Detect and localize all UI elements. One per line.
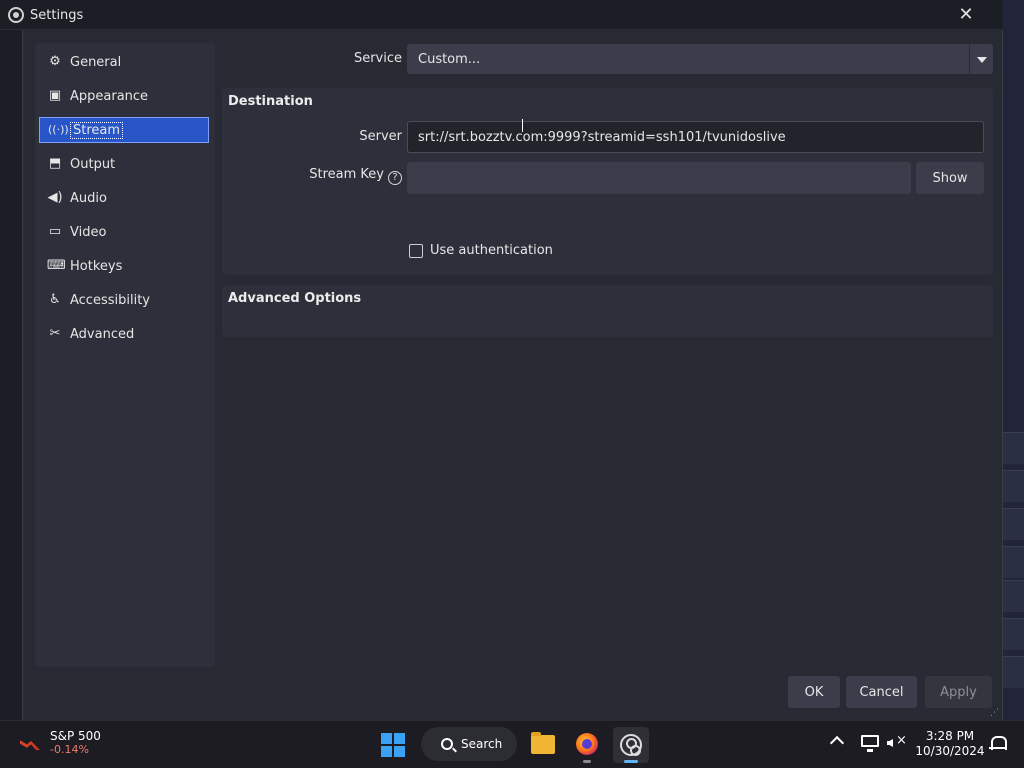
stream-key-input[interactable] [407,162,911,194]
obs-icon [620,734,642,756]
window-title: Settings [30,8,84,23]
use-authentication-checkbox[interactable] [409,244,423,258]
sidebar-item-label: Video [70,224,107,240]
background-dropdown [1003,432,1024,464]
server-value: srt://srt.bozztv.com:9999?streamid=ssh10… [418,129,786,145]
server-input[interactable]: srt://srt.bozztv.com:9999?streamid=ssh10… [407,121,984,153]
advanced-options-title[interactable]: Advanced Options [228,291,361,306]
folder-icon [531,732,555,754]
clock-date: 10/30/2024 [915,744,985,758]
service-value: Custom... [418,51,481,67]
sidebar-item-label: Output [70,156,116,172]
chevron-down-icon [969,44,993,74]
monitor-icon: ▭ [48,224,62,239]
stock-widget-text: S&P 500 -0.14% [50,729,101,757]
clock-time: 3:28 PM [925,729,975,743]
close-icon[interactable]: ✕ [953,3,979,27]
service-label: Service [353,51,402,66]
cancel-button[interactable]: Cancel [846,676,917,708]
stock-change: -0.14% [50,743,89,756]
sidebar-item-label: Appearance [70,88,149,104]
resize-grip-icon[interactable]: ⋰ [990,708,1000,718]
stock-chart-icon [18,732,44,754]
appearance-icon: ▣ [48,88,62,103]
stream-key-label-text: Stream Key [309,167,384,182]
help-icon[interactable]: ? [388,171,402,185]
notifications-icon[interactable] [989,735,1007,753]
sidebar-item-accessibility[interactable]: ♿ Accessibility [39,287,209,313]
sidebar-item-label: Audio [70,190,107,206]
taskbar-file-explorer[interactable] [525,727,561,763]
keyboard-icon: ⌨ [47,258,66,273]
background-panel-row [1003,618,1024,650]
service-dropdown[interactable]: Custom... [407,44,993,74]
destination-group: Destination Server srt://srt.bozztv.com:… [222,88,993,275]
obs-main-window-right [1003,0,1024,720]
stock-widget[interactable]: S&P 500 -0.14% [18,729,101,757]
ok-button[interactable]: OK [788,676,840,708]
output-icon: ⬒ [48,156,62,171]
tools-icon: ✂ [49,326,61,341]
show-key-button[interactable]: Show [916,162,984,194]
sidebar-item-general[interactable]: ⚙ General [39,49,209,75]
background-panel-row [1003,656,1024,688]
taskbar-firefox[interactable] [569,727,605,763]
background-panel-row [1003,508,1024,540]
sidebar-item-label: Stream [69,121,124,139]
search-icon [441,738,453,750]
sidebar-item-label: General [70,54,122,70]
stream-settings-panel: Service Custom... Destination Server srt… [222,43,994,663]
taskbar-clock[interactable]: 3:28 PM 10/30/2024 [914,729,986,759]
destination-title: Destination [228,94,313,109]
gear-icon: ⚙ [49,54,61,69]
use-authentication-label[interactable]: Use authentication [430,243,553,258]
windows-start-icon[interactable] [381,733,405,757]
server-label: Server [359,129,402,144]
speaker-icon: ◀) [47,190,63,205]
running-indicator [583,760,591,763]
sidebar-item-output[interactable]: ⬒ Output [39,151,209,177]
stream-key-label: Stream Key? [282,167,402,185]
sidebar-item-label: Hotkeys [70,258,123,274]
text-cursor-icon [522,119,528,132]
sidebar-item-appearance[interactable]: ▣ Appearance [39,83,209,109]
sidebar-item-label: Advanced [70,326,135,342]
background-panel-row [1003,546,1024,578]
advanced-options-group: Advanced Options [222,285,993,337]
background-panel-row [1003,470,1024,502]
sidebar-item-stream[interactable]: ((·)) Stream [39,117,209,143]
sidebar-item-hotkeys[interactable]: ⌨ Hotkeys [39,253,209,279]
accessibility-icon: ♿ [49,292,61,307]
display-icon[interactable] [861,735,879,752]
firefox-icon [576,733,598,755]
settings-dialog: ⚙ General ▣ Appearance ((·)) Stream ⬒ Ou… [22,30,1003,720]
settings-titlebar: Settings ✕ [0,0,1002,30]
sidebar-item-label: Accessibility [70,292,150,308]
settings-sidebar: ⚙ General ▣ Appearance ((·)) Stream ⬒ Ou… [35,43,215,667]
obs-main-window-left [0,0,22,720]
stock-ticker: S&P 500 [50,729,101,743]
antenna-icon: ((·)) [48,123,69,136]
taskbar-search-button[interactable]: Search [421,727,517,761]
taskbar-obs[interactable] [613,727,649,763]
speaker-muted-icon[interactable] [887,733,907,751]
background-gear-row [1003,580,1024,612]
sidebar-item-audio[interactable]: ◀) Audio [39,185,209,211]
sidebar-item-video[interactable]: ▭ Video [39,219,209,245]
active-indicator [624,760,638,763]
obs-app-icon [8,7,24,23]
sidebar-item-advanced[interactable]: ✂ Advanced [39,321,209,347]
apply-button[interactable]: Apply [925,676,992,708]
search-label: Search [461,737,503,751]
